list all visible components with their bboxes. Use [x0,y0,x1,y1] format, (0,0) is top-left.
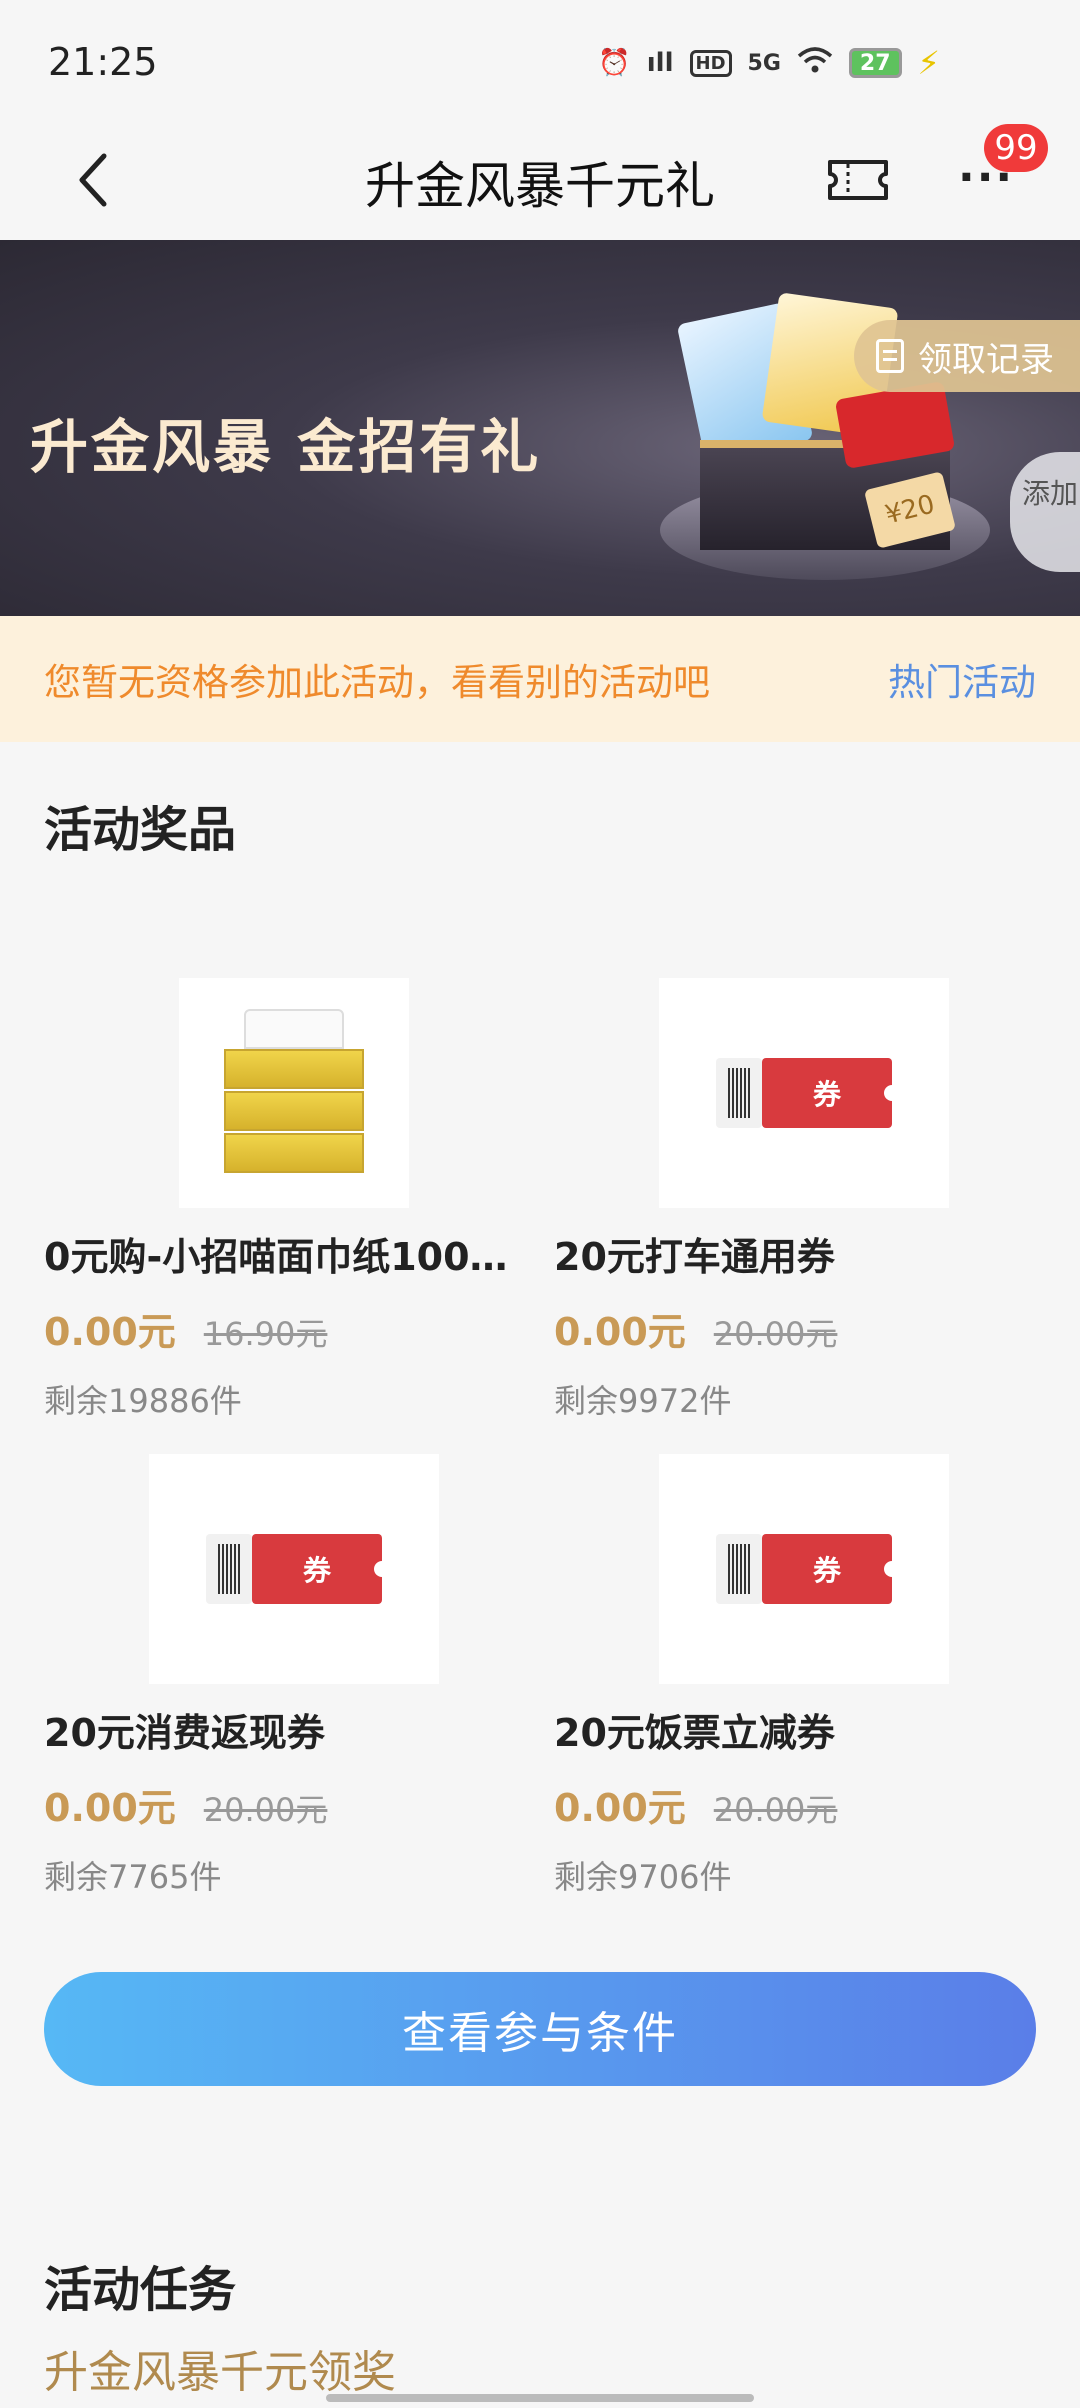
hot-activities-link[interactable]: 热门活动 [888,652,1036,706]
prize-price: 0.00元 [44,1786,176,1830]
prize-card[interactable]: 0元购-小招喵面巾纸100… 0.00元 16.90元 剩余19886件 [44,978,544,1422]
tissue-icon [204,1003,384,1183]
tasks-section-title: 活动任务 [44,2262,237,2318]
prize-original-price: 16.90元 [203,1315,328,1353]
status-icons: ⏰ ıll HD 5G 27 ⚡ [598,44,940,82]
coupon-icon: 券 [716,1534,900,1604]
page-title: 升金风暴千元礼 [365,157,715,215]
prize-stock: 剩余9972件 [554,1382,732,1420]
task-item-title[interactable]: 升金风暴千元领奖 [44,2336,396,2400]
prize-image: 券 [659,1454,949,1684]
coupon-icon: 券 [716,1058,900,1128]
prize-name: 0元购-小招喵面巾纸100… [44,1235,508,1279]
prize-original-price: 20.00元 [713,1791,838,1829]
coupon-icon: 券 [206,1534,390,1604]
banner-title: 升金风暴 金招有礼 [30,413,542,481]
price-row: 0.00元 20.00元 [44,1777,544,1832]
prize-image [179,978,409,1208]
prize-original-price: 20.00元 [203,1791,328,1829]
activity-banner: ¥20 升金风暴 金招有礼 [0,240,1080,616]
prize-original-price: 20.00元 [713,1315,838,1353]
claim-record-label: 领取记录 [918,339,1054,380]
price-row: 0.00元 16.90元 [44,1301,544,1356]
network-label: 5G [747,50,781,76]
battery-icon: 27 [848,48,902,78]
alarm-icon: ⏰ [598,48,631,78]
prize-price: 0.00元 [44,1310,176,1354]
prize-name: 20元打车通用券 [554,1235,835,1279]
nav-bar: 升金风暴千元礼 ··· [0,120,1080,240]
status-bar: 21:25 ⏰ ıll HD 5G 27 ⚡ [0,0,1080,120]
prize-stock: 剩余19886件 [44,1382,242,1420]
charging-icon: ⚡ [917,44,940,82]
prize-price: 0.00元 [554,1786,686,1830]
notification-badge: 99 [984,124,1048,172]
notice-text: 您暂无资格参加此活动，看看别的活动吧 [44,661,710,704]
prizes-section-title: 活动奖品 [44,802,237,858]
prize-card[interactable]: 券 20元打车通用券 0.00元 20.00元 剩余9972件 [554,978,1054,1422]
claim-record-button[interactable]: 领取记录 [854,320,1080,392]
price-row: 0.00元 20.00元 [554,1301,1054,1356]
prize-stock: 剩余9706件 [554,1858,732,1896]
prize-stock: 剩余7765件 [44,1858,222,1896]
prize-card[interactable]: 券 20元饭票立减券 0.00元 20.00元 剩余9706件 [554,1454,1054,1898]
eligibility-notice: 您暂无资格参加此活动，看看别的活动吧 热门活动 [0,616,1080,742]
ticket-icon[interactable] [826,148,890,212]
wifi-icon [797,46,833,81]
prize-image: 券 [659,978,949,1208]
prize-price: 0.00元 [554,1310,686,1354]
price-row: 0.00元 20.00元 [554,1777,1054,1832]
prize-image: 券 [149,1454,439,1684]
hd-icon: HD [689,49,732,77]
add-label: 添加 [1022,477,1079,510]
status-time: 21:25 [48,40,158,84]
document-icon [876,339,904,373]
home-indicator[interactable] [326,2394,754,2402]
view-conditions-button[interactable]: 查看参与条件 [44,1972,1036,2086]
prize-name: 20元消费返现券 [44,1711,325,1755]
prize-card[interactable]: 券 20元消费返现券 0.00元 20.00元 剩余7765件 [44,1454,544,1898]
signal-icon: ıll [646,48,674,78]
prize-name: 20元饭票立减券 [554,1711,835,1755]
